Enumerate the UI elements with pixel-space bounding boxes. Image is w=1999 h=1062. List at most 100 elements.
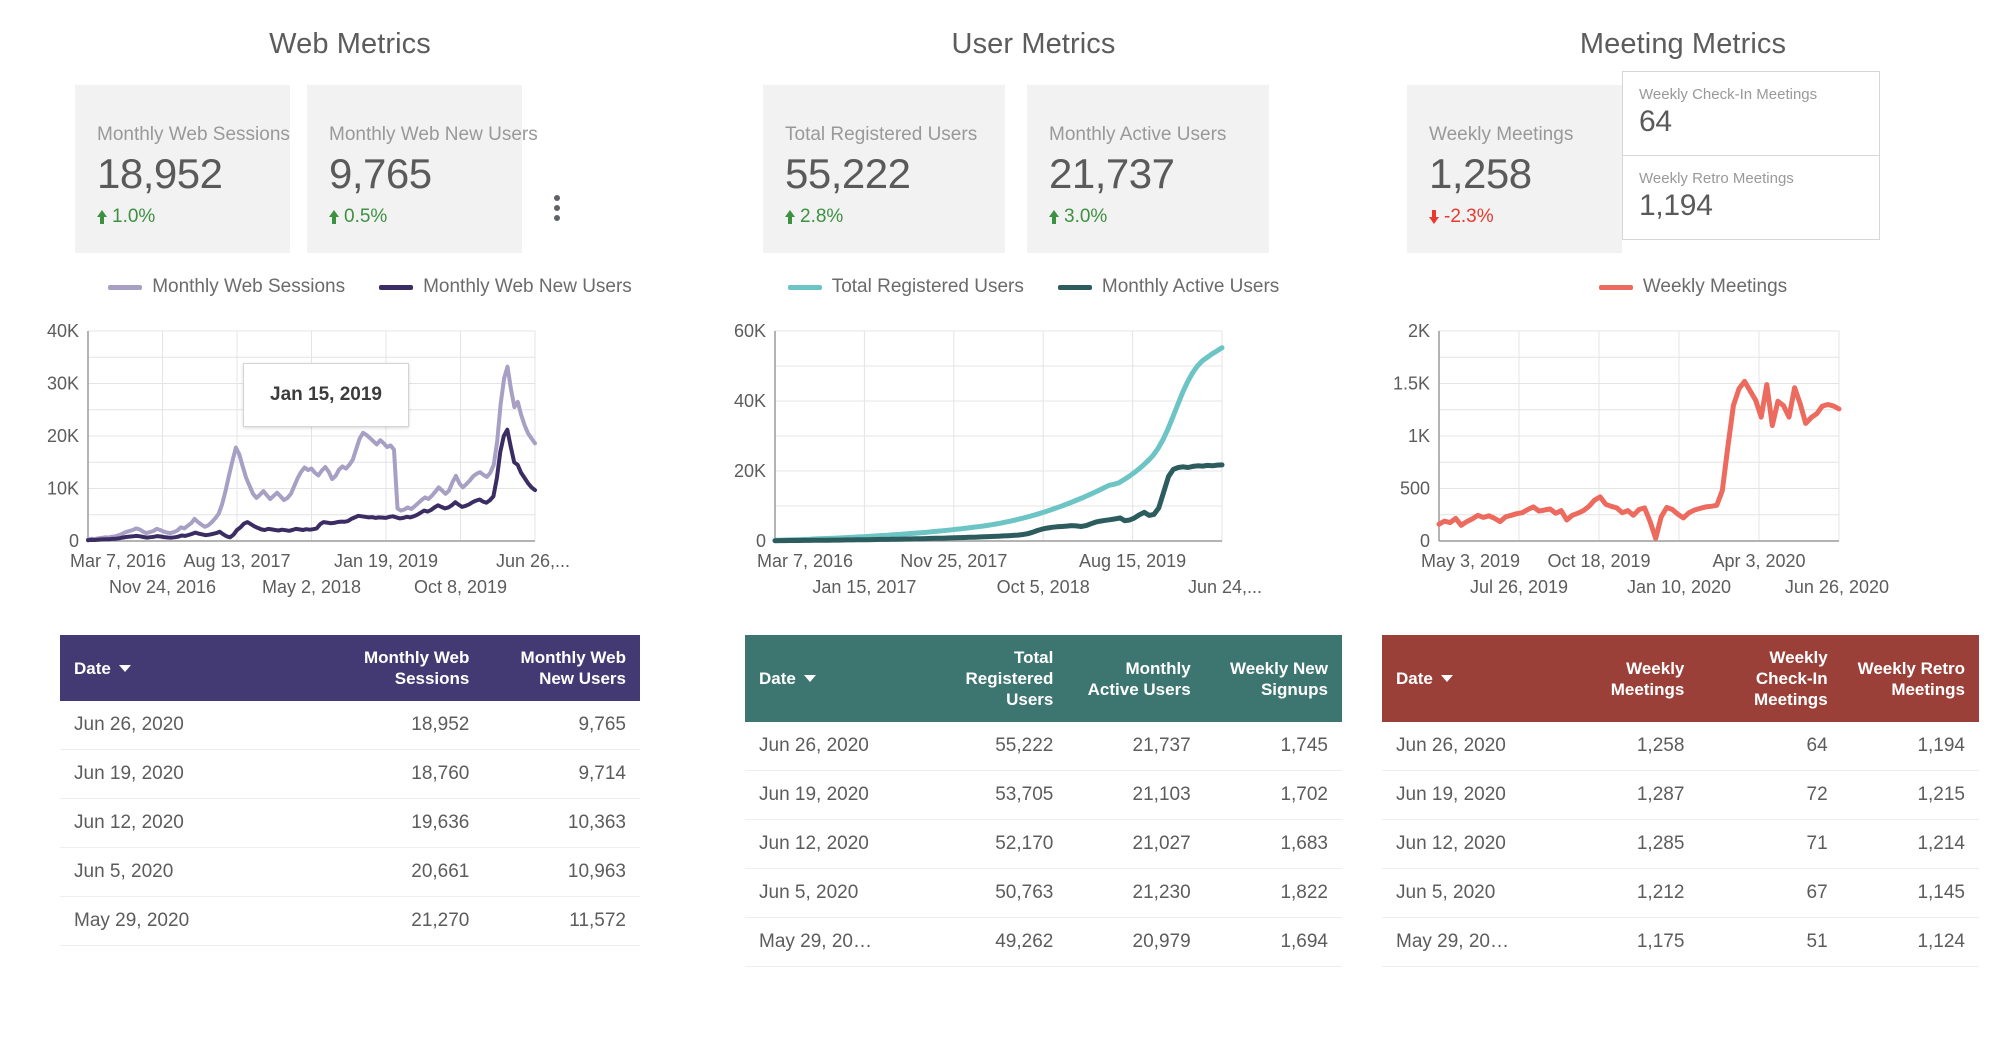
scorecard-label: Total Registered Users — [785, 124, 978, 145]
table-header-row: Date Total Registered Users Monthly Acti… — [745, 635, 1342, 722]
table-col-monthly-active-users[interactable]: Monthly Active Users — [1067, 635, 1204, 722]
scorecard-monthly-web-new-users[interactable]: Monthly Web New Users 9,765 0.5% — [307, 85, 538, 253]
legend-item[interactable]: Total Registered Users — [787, 276, 1024, 298]
table-row[interactable]: Jun 5, 2020 20,661 10,963 — [60, 847, 640, 897]
scorecard-label: Weekly Check-In Meetings — [1639, 86, 1818, 103]
scorecard-weekly-retro-meetings[interactable]: Weekly Retro Meetings 1,194 — [1623, 155, 1879, 239]
table-row[interactable]: Jun 26, 2020 1,258 64 1,194 — [1382, 722, 1979, 771]
table-container-web: Date Monthly Web Sessions Monthly Web Ne… — [0, 635, 700, 946]
table-row[interactable]: May 29, 20… 49,262 20,979 1,694 — [745, 917, 1342, 967]
table-cell-date: Jun 19, 2020 — [60, 749, 333, 799]
svg-text:Oct 8, 2019: Oct 8, 2019 — [414, 577, 507, 597]
table-cell-date: Jun 19, 2020 — [1382, 770, 1562, 820]
table-web-metrics: Date Monthly Web Sessions Monthly Web Ne… — [60, 635, 640, 946]
svg-text:1.5K: 1.5K — [1393, 374, 1430, 394]
table-row[interactable]: Jun 5, 2020 50,763 21,230 1,822 — [745, 868, 1342, 918]
scorecard-monthly-web-sessions[interactable]: Monthly Web Sessions 18,952 1.0% — [75, 85, 290, 253]
legend-item[interactable]: Monthly Web Sessions — [108, 276, 345, 298]
table-row[interactable]: Jun 26, 2020 18,952 9,765 — [60, 701, 640, 750]
chart-legend-meeting: Weekly Meetings — [1367, 275, 1999, 299]
chart-web-metrics[interactable]: 0 10K 20K 30K 40K Mar 7, 2016 Nov 24, 2016 Aug … — [0, 313, 700, 623]
table-col-date[interactable]: Date — [60, 635, 333, 701]
table-row[interactable]: Jun 26, 2020 55,222 21,737 1,745 — [745, 722, 1342, 771]
table-row[interactable]: Jun 5, 2020 1,212 67 1,145 — [1382, 868, 1979, 918]
table-row[interactable]: Jun 12, 2020 52,170 21,027 1,683 — [745, 819, 1342, 869]
table-row[interactable]: May 29, 20… 1,175 51 1,124 — [1382, 917, 1979, 967]
table-col-weekly-retro-meetings[interactable]: Weekly Retro Meetings — [1842, 635, 1979, 722]
table-col-monthly-web-new-users[interactable]: Monthly Web New Users — [483, 635, 640, 701]
sort-descending-icon — [1440, 675, 1453, 682]
table-cell-value: 1,694 — [1204, 917, 1342, 967]
legend-label: Monthly Active Users — [1101, 276, 1280, 297]
sort-descending-icon — [118, 664, 131, 672]
table-cell-value: 21,230 — [1067, 868, 1205, 918]
table-cell-date: Jun 5, 2020 — [1382, 868, 1562, 918]
svg-text:10K: 10K — [47, 479, 79, 499]
table-col-date[interactable]: Date — [1382, 635, 1561, 722]
table-cell-value: 1,822 — [1204, 868, 1342, 918]
table-header-row: Date Monthly Web Sessions Monthly Web Ne… — [60, 635, 640, 701]
table-cell-value: 1,215 — [1841, 770, 1979, 820]
svg-text:40K: 40K — [734, 391, 766, 411]
scorecard-delta: 3.0% — [1049, 205, 1269, 229]
svg-text:Apr 3, 2020: Apr 3, 2020 — [1712, 551, 1805, 571]
legend-item[interactable]: Monthly Active Users — [1057, 276, 1280, 298]
chart-user-metrics[interactable]: 0 20K 40K 60K Mar 7, 2016 Jan 15, 2017 Nov 25,… — [700, 313, 1367, 623]
svg-text:Jul 26, 2019: Jul 26, 2019 — [1470, 577, 1568, 597]
scorecard-value: 1,258 — [1429, 150, 1532, 197]
table-col-monthly-web-sessions[interactable]: Monthly Web Sessions — [333, 635, 484, 701]
svg-text:Aug 13, 2017: Aug 13, 2017 — [183, 551, 290, 571]
svg-text:Jan 10, 2020: Jan 10, 2020 — [1627, 577, 1731, 597]
table-cell-value: 1,285 — [1561, 819, 1699, 869]
scorecard-delta: 0.5% — [329, 205, 522, 229]
more-vert-icon[interactable] — [545, 188, 569, 228]
table-cell-value: 1,194 — [1841, 722, 1979, 771]
chart-meeting-metrics[interactable]: 0 500 1K 1.5K 2K May 3, 2019 Jul 26, 2019 Oct 1… — [1367, 313, 1999, 623]
scorecard-row-web: Monthly Web Sessions 18,952 1.0% Monthly… — [0, 85, 700, 253]
legend-swatch-icon — [108, 284, 143, 290]
arrow-up-icon — [1049, 210, 1059, 224]
scorecard-value: 21,737 — [1049, 150, 1175, 197]
table-cell-value: 1,683 — [1204, 819, 1342, 869]
table-header-user: Date Total Registered Users Monthly Acti… — [745, 635, 1342, 722]
table-col-weekly-checkin-meetings[interactable]: Weekly Check-In Meetings — [1698, 635, 1841, 722]
table-row[interactable]: Jun 19, 2020 53,705 21,103 1,702 — [745, 770, 1342, 820]
svg-text:Nov 24, 2016: Nov 24, 2016 — [109, 577, 216, 597]
table-cell-value: 1,702 — [1204, 770, 1342, 820]
scorecard-weekly-meetings[interactable]: Weekly Meetings 1,258 -2.3% — [1407, 85, 1622, 253]
table-cell-value: 20,661 — [332, 847, 484, 897]
table-col-weekly-meetings[interactable]: Weekly Meetings — [1561, 635, 1698, 722]
svg-text:May 3, 2019: May 3, 2019 — [1421, 551, 1520, 571]
panel-web-metrics: Web Metrics Monthly Web Sessions 18,952 … — [0, 0, 700, 1062]
sort-descending-icon — [803, 675, 816, 682]
table-col-weekly-new-signups[interactable]: Weekly New Signups — [1205, 635, 1342, 722]
table-row[interactable]: Jun 19, 2020 18,760 9,714 — [60, 749, 640, 799]
legend-swatch-icon — [1598, 284, 1633, 290]
table-cell-value: 1,124 — [1841, 917, 1979, 967]
table-cell-value: 9,765 — [483, 701, 640, 750]
table-col-date[interactable]: Date — [745, 635, 924, 722]
table-col-total-registered-users[interactable]: Total Registered Users — [924, 635, 1067, 722]
legend-label: Monthly Web New Users — [423, 276, 632, 297]
scorecard-weekly-checkin-meetings[interactable]: Weekly Check-In Meetings 64 — [1623, 72, 1879, 155]
table-cell-value: 21,103 — [1067, 770, 1205, 820]
scorecard-monthly-active-users[interactable]: Monthly Active Users 21,737 3.0% — [1027, 85, 1269, 253]
legend-swatch-icon — [379, 284, 414, 290]
table-row[interactable]: May 29, 2020 21,270 11,572 — [60, 896, 640, 946]
table-row[interactable]: Jun 19, 2020 1,287 72 1,215 — [1382, 770, 1979, 820]
table-row[interactable]: Jun 12, 2020 1,285 71 1,214 — [1382, 819, 1979, 869]
table-col-label: Date — [1396, 669, 1433, 688]
table-container-meeting: Date Weekly Meetings Weekly Check-In Mee… — [1367, 635, 1999, 967]
table-cell-value: 1,745 — [1204, 722, 1342, 771]
svg-text:Nov 25, 2017: Nov 25, 2017 — [900, 551, 1007, 571]
scorecard-total-registered-users[interactable]: Total Registered Users 55,222 2.8% — [763, 85, 1005, 253]
table-row[interactable]: Jun 12, 2020 19,636 10,363 — [60, 798, 640, 848]
table-cell-date: Jun 12, 2020 — [745, 819, 925, 869]
svg-text:Mar 7, 2016: Mar 7, 2016 — [70, 551, 166, 571]
table-cell-value: 10,963 — [483, 847, 640, 897]
table-meeting-metrics: Date Weekly Meetings Weekly Check-In Mee… — [1382, 635, 1979, 967]
legend-item[interactable]: Monthly Web New Users — [379, 276, 632, 298]
legend-item[interactable]: Weekly Meetings — [1598, 276, 1787, 298]
scorecard-value: 1,194 — [1639, 189, 1713, 222]
svg-text:Jun 26, 2020: Jun 26, 2020 — [1785, 577, 1889, 597]
